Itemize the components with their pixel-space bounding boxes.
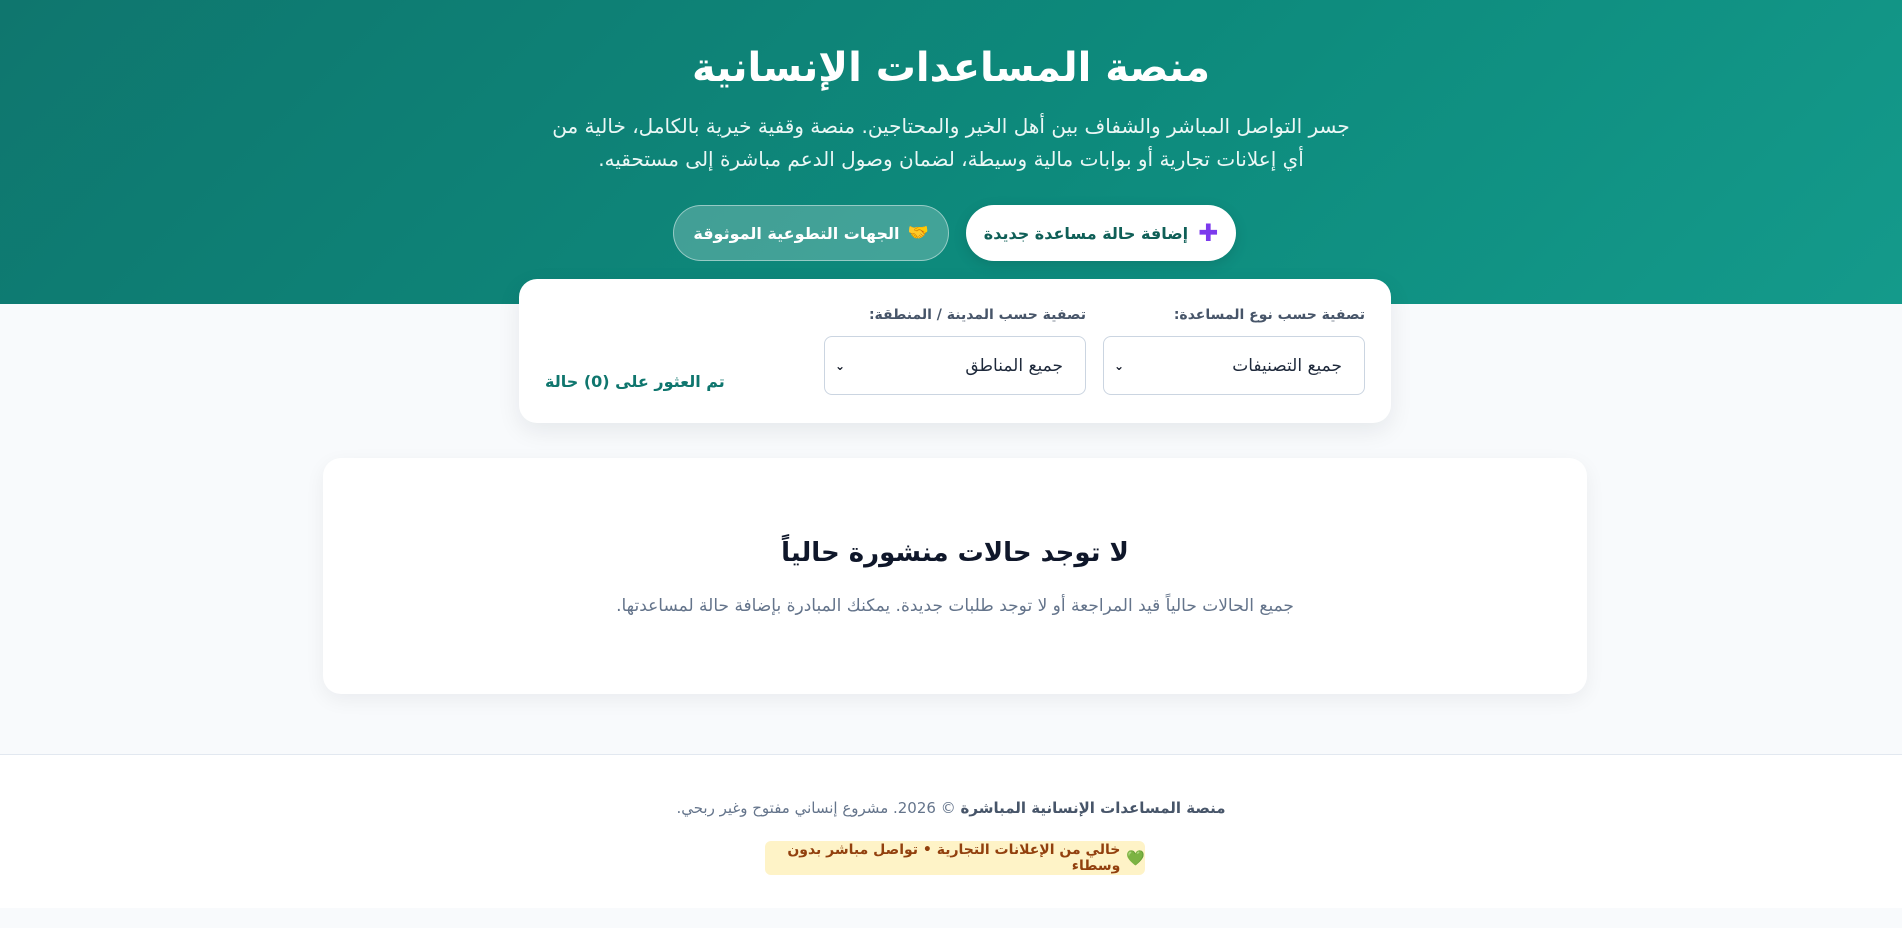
page-bottom: [0, 908, 1902, 928]
plus-icon: ✚: [1198, 219, 1219, 247]
hero-actions: ✚ إضافة حالة مساعدة جديدة 🤝 الجهات التطو…: [0, 205, 1902, 261]
hero-header: منصة المساعدات الإنسانية جسر التواصل الم…: [0, 0, 1902, 304]
ad-free-badge: 💚 خالي من الإعلانات التجارية • تواصل مبا…: [765, 841, 1145, 875]
hero-subtitle-line-1: جسر التواصل المباشر والشفاف بين أهل الخي…: [552, 114, 1350, 138]
empty-state-description: جميع الحالات حالياً قيد المراجعة أو لا ت…: [616, 596, 1294, 616]
page-title: منصة المساعدات الإنسانية: [691, 45, 1211, 91]
city-filter-value: جميع المناطق: [965, 355, 1063, 376]
chevron-down-icon: ⌄: [1114, 358, 1125, 373]
page: منصة المساعدات الإنسانية جسر التواصل الم…: [0, 0, 1902, 928]
footer: منصة المساعدات الإنسانية المباشرة © 2026…: [0, 754, 1902, 908]
hero-subtitle-line-2: أي إعلانات تجارية أو بوابات مالية وسيطة،…: [598, 147, 1304, 171]
city-filter-label: تصفية حسب المدينة / المنطقة:: [868, 307, 1086, 323]
empty-state-title: لا توجد حالات منشورة حالياً: [781, 538, 1129, 568]
add-case-button[interactable]: ✚ إضافة حالة مساعدة جديدة: [966, 205, 1236, 261]
hero-subtitle: جسر التواصل المباشر والشفاف بين أهل الخي…: [551, 110, 1351, 176]
trusted-orgs-button[interactable]: 🤝 الجهات التطوعية الموثوقة: [673, 205, 949, 261]
results-count: تم العثور على (0) حالة: [545, 372, 725, 391]
handshake-icon: 🤝: [907, 223, 929, 243]
empty-state-card: لا توجد حالات منشورة حالياً جميع الحالات…: [323, 458, 1587, 694]
filter-panel: تصفية حسب نوع المساعدة: جميع التصنيفات ⌄…: [519, 279, 1391, 423]
city-filter-select[interactable]: جميع المناطق ⌄: [824, 336, 1086, 395]
footer-copyright-text: © 2026. مشروع إنساني مفتوح وغير ربحي.: [676, 799, 956, 817]
type-filter-select[interactable]: جميع التصنيفات ⌄: [1103, 336, 1365, 395]
ad-free-badge-text: خالي من الإعلانات التجارية • تواصل مباشر…: [787, 842, 1121, 874]
footer-copyright: منصة المساعدات الإنسانية المباشرة © 2026…: [0, 799, 1902, 817]
add-case-label: إضافة حالة مساعدة جديدة: [983, 223, 1189, 243]
type-filter-label: تصفية حسب نوع المساعدة:: [1173, 307, 1365, 323]
chevron-down-icon: ⌄: [835, 358, 846, 373]
footer-brand: منصة المساعدات الإنسانية المباشرة: [960, 799, 1226, 817]
trusted-orgs-label: الجهات التطوعية الموثوقة: [693, 223, 900, 243]
heart-icon: 💚: [1126, 849, 1145, 867]
type-filter-value: جميع التصنيفات: [1232, 355, 1342, 376]
